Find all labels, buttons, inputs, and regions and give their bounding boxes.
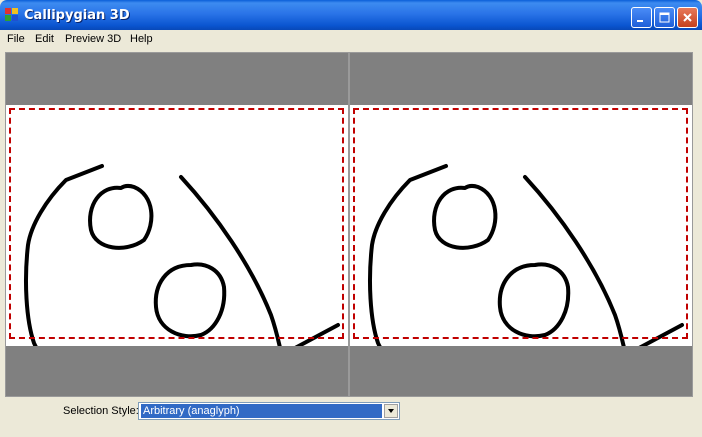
left-bottom-band: [6, 346, 348, 396]
menu-help[interactable]: Help: [130, 33, 153, 45]
maximize-icon[interactable]: [654, 7, 675, 28]
right-view-panel[interactable]: [349, 52, 693, 397]
right-top-band: [350, 53, 692, 105]
right-bottom-band: [350, 346, 692, 396]
title-bar[interactable]: Callipygian 3D: [0, 0, 702, 30]
left-view-panel[interactable]: [5, 52, 349, 397]
menu-bar: File Edit Preview 3D Help: [0, 30, 702, 50]
minimize-icon[interactable]: [631, 7, 652, 28]
left-top-band: [6, 53, 348, 105]
menu-preview-3d[interactable]: Preview 3D: [65, 33, 121, 45]
chevron-down-icon[interactable]: [384, 404, 398, 418]
right-selection-rectangle[interactable]: [353, 108, 688, 339]
selection-style-value: Arbitrary (anaglyph): [141, 404, 382, 418]
close-icon[interactable]: [677, 7, 698, 28]
selection-style-dropdown[interactable]: Arbitrary (anaglyph): [138, 402, 400, 420]
menu-edit[interactable]: Edit: [35, 33, 54, 45]
app-icon: [5, 8, 19, 22]
menu-file[interactable]: File: [7, 33, 25, 45]
left-selection-rectangle[interactable]: [9, 108, 344, 339]
window-title: Callipygian 3D: [24, 8, 130, 23]
right-drawing-canvas[interactable]: [350, 105, 692, 346]
left-drawing-canvas[interactable]: [6, 105, 348, 346]
selection-style-label: Selection Style:: [63, 405, 139, 417]
